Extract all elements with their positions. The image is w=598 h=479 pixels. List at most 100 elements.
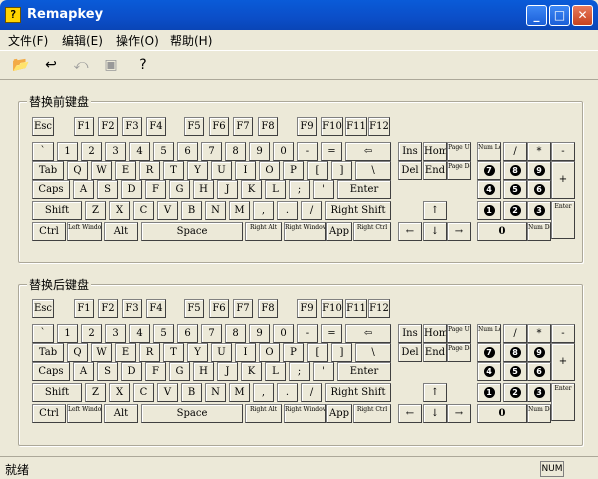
after-key-nummul[interactable]: *	[527, 324, 551, 343]
before-key-ctrl[interactable]: Ctrl	[32, 222, 66, 241]
before-key-num5[interactable]: 5	[503, 180, 527, 199]
before-key-num2[interactable]: 2	[503, 201, 527, 220]
menu-operate[interactable]: 操作(O)	[116, 32, 159, 49]
before-key-f9[interactable]: F9	[297, 117, 317, 136]
before-key-left[interactable]: ←	[398, 222, 422, 241]
after-key-j[interactable]: J	[217, 362, 238, 381]
before-key-enter[interactable]: Enter	[337, 180, 391, 199]
before-key-ins[interactable]: Ins	[398, 142, 422, 161]
after-key-numlock[interactable]: Num Lock	[477, 324, 501, 343]
after-key-d[interactable]: D	[121, 362, 142, 381]
before-key-numdel[interactable]: Num Del	[527, 222, 551, 241]
before-key-r[interactable]: R	[139, 161, 160, 180]
before-key-lbracket[interactable]: [	[307, 161, 328, 180]
revert-icon[interactable]: ⤺	[70, 54, 92, 76]
before-key-f8[interactable]: F8	[258, 117, 278, 136]
after-key-num7[interactable]: 7	[477, 343, 501, 362]
after-key-f2[interactable]: F2	[98, 299, 118, 318]
maximize-button[interactable]: □	[549, 5, 570, 26]
before-key-v[interactable]: V	[157, 201, 178, 220]
before-key-num4[interactable]: 4	[477, 180, 501, 199]
before-key-f3[interactable]: F3	[122, 117, 142, 136]
after-key-num8[interactable]: 8	[503, 343, 527, 362]
after-key-f5[interactable]: F5	[184, 299, 204, 318]
after-key-alt[interactable]: Alt	[104, 404, 138, 423]
before-key-lwin[interactable]: Left Windows	[67, 222, 102, 241]
before-key-x[interactable]: X	[109, 201, 130, 220]
before-key-f4[interactable]: F4	[146, 117, 166, 136]
before-key-quote[interactable]: '	[313, 180, 334, 199]
after-key-u[interactable]: U	[211, 343, 232, 362]
before-key-num9[interactable]: 9	[527, 161, 551, 180]
before-key-period[interactable]: .	[277, 201, 298, 220]
before-key-nummul[interactable]: *	[527, 142, 551, 161]
after-key-i[interactable]: I	[235, 343, 256, 362]
before-key-f12[interactable]: F12	[368, 117, 390, 136]
before-key-end[interactable]: End	[423, 161, 447, 180]
after-key-k6[interactable]: 6	[177, 324, 198, 343]
after-key-a[interactable]: A	[73, 362, 94, 381]
after-key-num9[interactable]: 9	[527, 343, 551, 362]
before-key-k2[interactable]: 2	[81, 142, 102, 161]
stop-icon[interactable]: ▣	[100, 54, 122, 76]
before-key-numdiv[interactable]: /	[503, 142, 527, 161]
before-key-pgdn[interactable]: Page Down	[447, 161, 471, 180]
after-key-ctrl[interactable]: Ctrl	[32, 404, 66, 423]
before-key-f5[interactable]: F5	[184, 117, 204, 136]
after-key-num4[interactable]: 4	[477, 362, 501, 381]
before-key-lshift[interactable]: Shift	[32, 201, 82, 220]
after-key-f6[interactable]: F6	[209, 299, 229, 318]
after-key-minus[interactable]: -	[297, 324, 318, 343]
before-key-backslash[interactable]: \	[355, 161, 391, 180]
before-key-y[interactable]: Y	[187, 161, 208, 180]
after-key-f7[interactable]: F7	[233, 299, 253, 318]
before-key-b[interactable]: B	[181, 201, 202, 220]
before-key-up[interactable]: ↑	[423, 201, 447, 220]
after-key-y[interactable]: Y	[187, 343, 208, 362]
before-key-down[interactable]: ↓	[423, 222, 447, 241]
after-key-num6[interactable]: 6	[527, 362, 551, 381]
before-key-t[interactable]: T	[163, 161, 184, 180]
after-key-lbracket[interactable]: [	[307, 343, 328, 362]
before-key-numlock[interactable]: Num Lock	[477, 142, 501, 161]
after-key-n[interactable]: N	[205, 383, 226, 402]
after-key-lwin[interactable]: Left Windows	[67, 404, 102, 423]
before-key-backspace[interactable]: ⇦	[345, 142, 391, 161]
after-key-f9[interactable]: F9	[297, 299, 317, 318]
before-key-g[interactable]: G	[169, 180, 190, 199]
before-key-num8[interactable]: 8	[503, 161, 527, 180]
after-key-caps[interactable]: Caps	[32, 362, 70, 381]
after-key-esc[interactable]: Esc	[32, 299, 54, 318]
close-button[interactable]: ✕	[572, 5, 593, 26]
before-key-num3[interactable]: 3	[527, 201, 551, 220]
before-key-num0[interactable]: 0	[477, 222, 527, 241]
before-key-i[interactable]: I	[235, 161, 256, 180]
after-key-f12[interactable]: F12	[368, 299, 390, 318]
before-key-rwin[interactable]: Right Windows	[284, 222, 326, 241]
after-key-space[interactable]: Space	[141, 404, 243, 423]
before-key-z[interactable]: Z	[85, 201, 106, 220]
after-key-m[interactable]: M	[229, 383, 250, 402]
before-key-f[interactable]: F	[145, 180, 166, 199]
before-key-del[interactable]: Del	[398, 161, 422, 180]
after-key-num0[interactable]: 0	[477, 404, 527, 423]
help-icon[interactable]: ?	[132, 54, 154, 76]
after-key-equals[interactable]: =	[321, 324, 342, 343]
after-key-up[interactable]: ↑	[423, 383, 447, 402]
before-key-f6[interactable]: F6	[209, 117, 229, 136]
before-key-a[interactable]: A	[73, 180, 94, 199]
before-key-numadd[interactable]: +	[551, 161, 575, 199]
after-key-p[interactable]: P	[283, 343, 304, 362]
before-key-f2[interactable]: F2	[98, 117, 118, 136]
before-key-e[interactable]: E	[115, 161, 136, 180]
before-key-p[interactable]: P	[283, 161, 304, 180]
after-key-num5[interactable]: 5	[503, 362, 527, 381]
menu-edit[interactable]: 编辑(E)	[62, 32, 103, 49]
before-key-app[interactable]: App	[326, 222, 352, 241]
open-file-icon[interactable]: 📂	[10, 54, 32, 76]
after-key-pgup[interactable]: Page Up	[447, 324, 471, 343]
after-key-z[interactable]: Z	[85, 383, 106, 402]
after-key-quote[interactable]: '	[313, 362, 334, 381]
before-key-tab[interactable]: Tab	[32, 161, 64, 180]
after-key-rwin[interactable]: Right Windows	[284, 404, 326, 423]
